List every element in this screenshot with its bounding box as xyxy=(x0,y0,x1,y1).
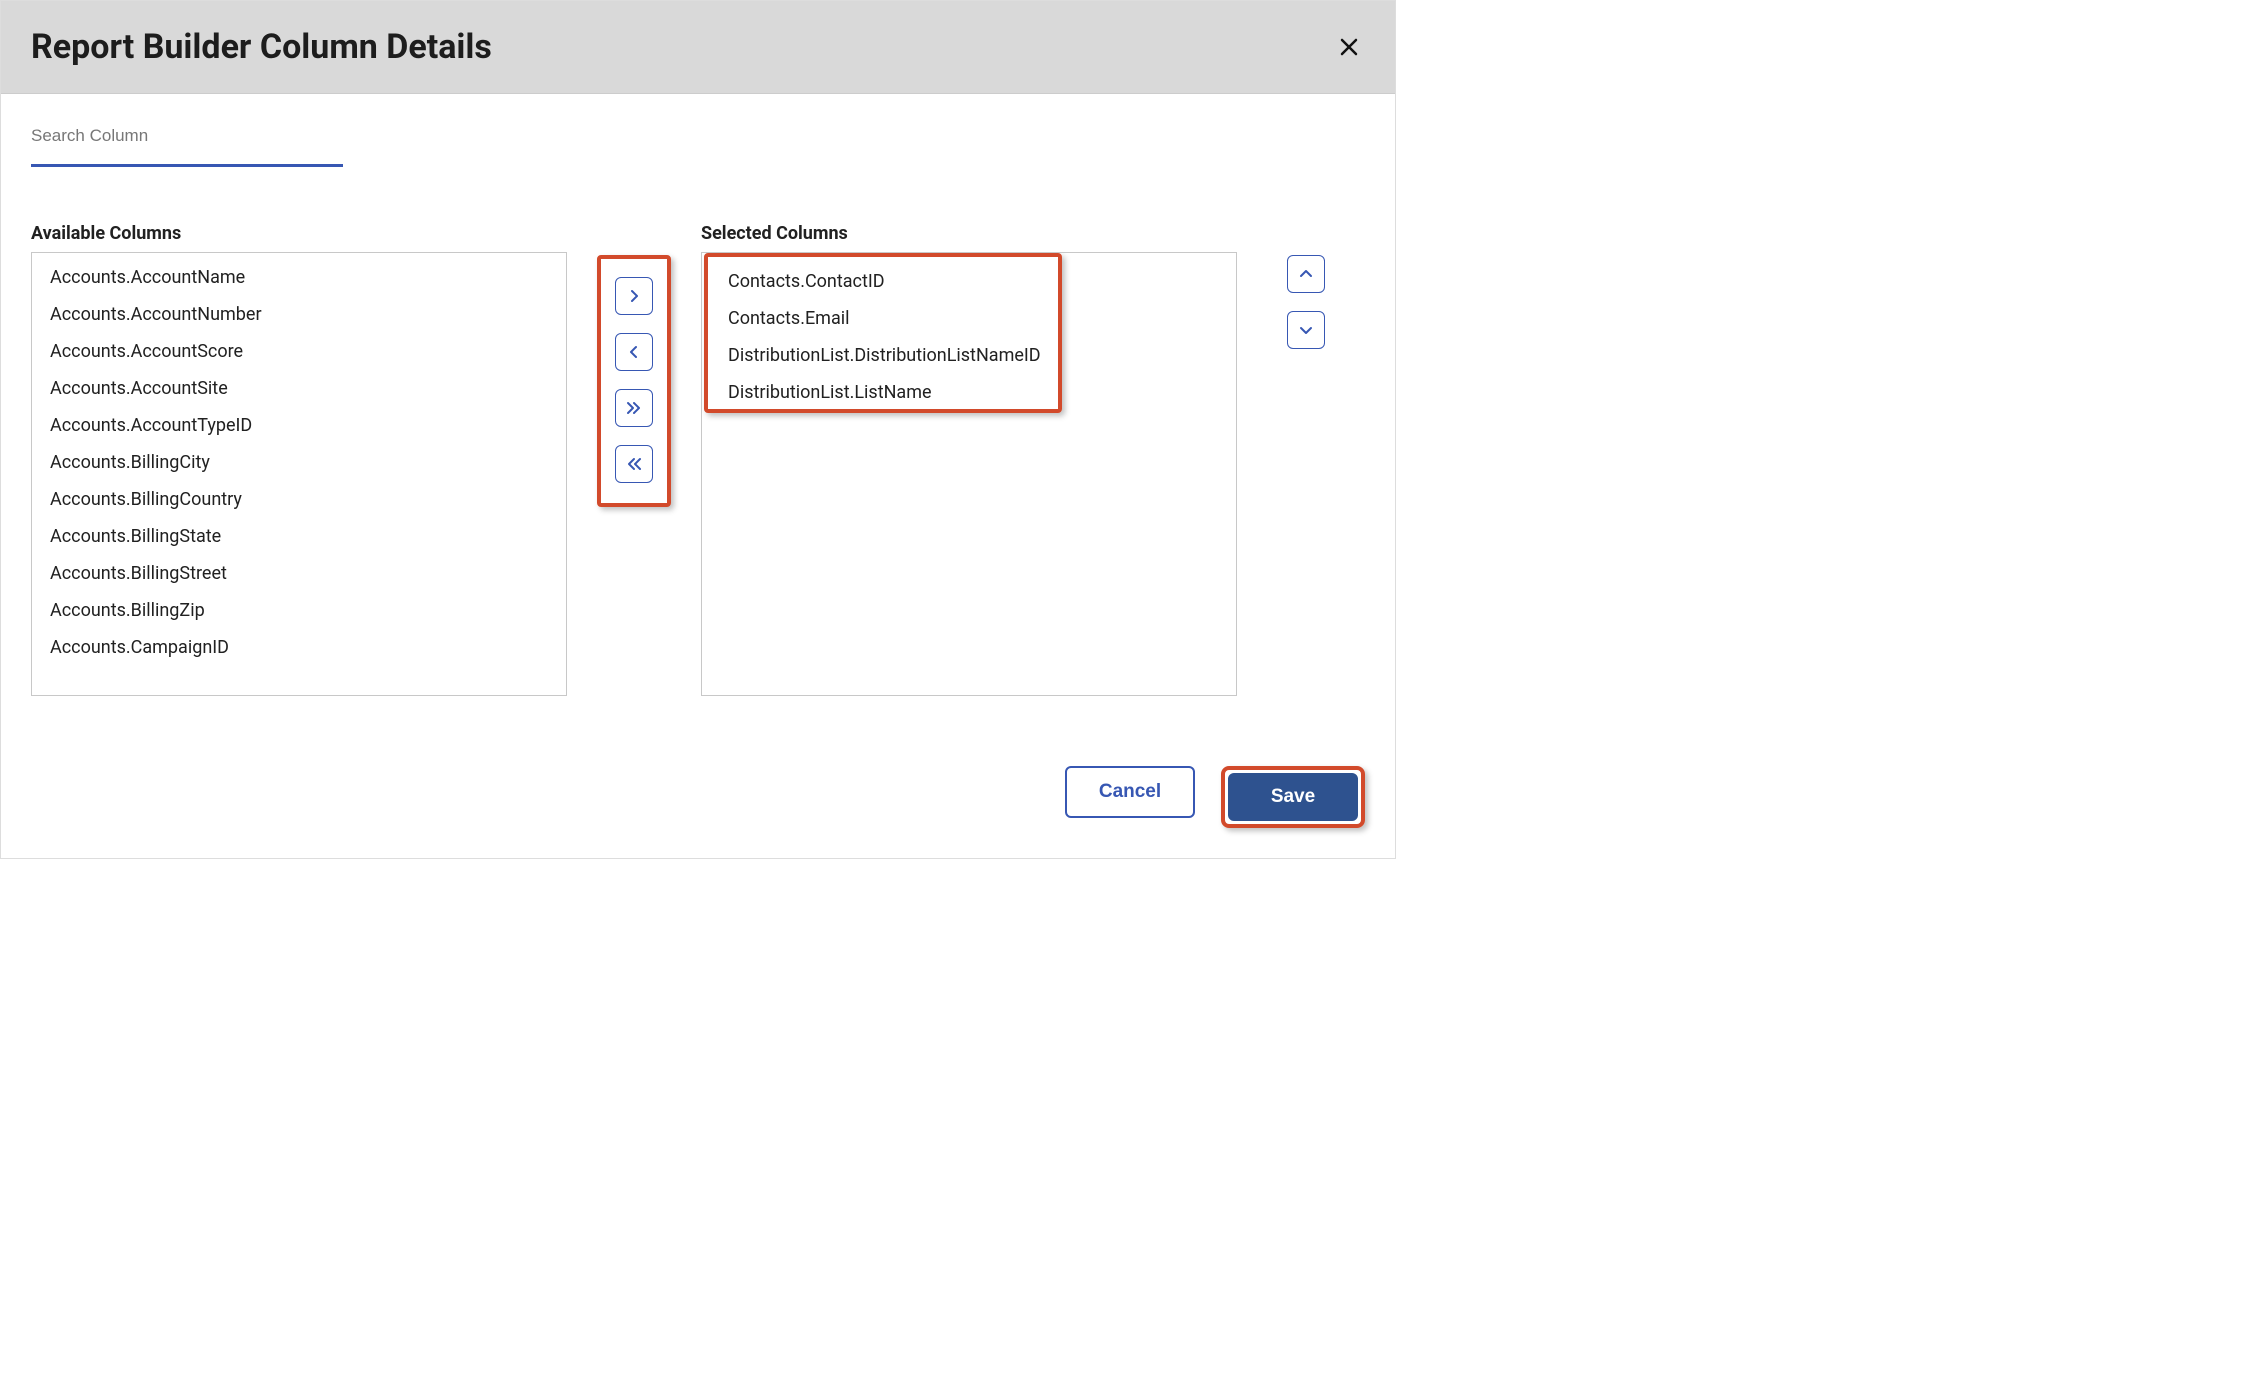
save-button[interactable]: Save xyxy=(1228,773,1358,821)
dialog-body: Available Columns Accounts.AccountName A… xyxy=(1,94,1395,858)
available-label: Available Columns xyxy=(31,223,567,244)
list-item[interactable]: DistributionList.DistributionListNameID xyxy=(710,337,1236,374)
list-item[interactable]: Accounts.AccountSite xyxy=(32,370,566,407)
double-chevron-left-icon xyxy=(625,456,643,472)
transfer-controls xyxy=(567,223,701,507)
cancel-button[interactable]: Cancel xyxy=(1065,766,1195,818)
chevron-right-icon xyxy=(626,288,642,304)
list-item[interactable]: DistributionList.ListName xyxy=(710,374,1236,411)
search-column-input[interactable] xyxy=(31,118,343,167)
list-item[interactable]: Accounts.AccountNumber xyxy=(32,296,566,333)
move-right-button[interactable] xyxy=(615,277,653,315)
column-details-dialog: Report Builder Column Details Available … xyxy=(0,0,1396,859)
chevron-down-icon xyxy=(1298,322,1314,338)
search-wrap xyxy=(31,118,1365,167)
close-icon xyxy=(1337,35,1361,59)
list-item[interactable]: Accounts.BillingCountry xyxy=(32,481,566,518)
columns-row: Available Columns Accounts.AccountName A… xyxy=(31,223,1365,696)
save-highlight: Save xyxy=(1221,766,1365,828)
dialog-header: Report Builder Column Details xyxy=(1,1,1395,94)
list-item[interactable]: Accounts.BillingCity xyxy=(32,444,566,481)
selected-column-section: Selected Columns Contacts.ContactID Cont… xyxy=(701,223,1237,696)
move-down-button[interactable] xyxy=(1287,311,1325,349)
list-item[interactable]: Contacts.ContactID xyxy=(710,263,1236,300)
move-all-right-button[interactable] xyxy=(615,389,653,427)
move-all-left-button[interactable] xyxy=(615,445,653,483)
available-column-section: Available Columns Accounts.AccountName A… xyxy=(31,223,567,696)
list-item[interactable]: Accounts.CampaignID xyxy=(32,629,566,666)
list-item[interactable]: Accounts.AccountScore xyxy=(32,333,566,370)
list-item[interactable]: Accounts.BillingZip xyxy=(32,592,566,629)
selected-label: Selected Columns xyxy=(701,223,1237,244)
dialog-title: Report Builder Column Details xyxy=(31,27,492,67)
list-item[interactable]: Accounts.BillingStreet xyxy=(32,555,566,592)
transfer-highlight xyxy=(597,255,671,507)
dialog-footer: Cancel Save xyxy=(31,766,1365,828)
list-item[interactable]: Contacts.Email xyxy=(710,300,1236,337)
double-chevron-right-icon xyxy=(625,400,643,416)
available-columns-list[interactable]: Accounts.AccountName Accounts.AccountNum… xyxy=(31,252,567,696)
list-item[interactable]: Accounts.AccountTypeID xyxy=(32,407,566,444)
order-controls xyxy=(1237,223,1365,367)
chevron-left-icon xyxy=(626,344,642,360)
list-item[interactable]: Accounts.AccountName xyxy=(32,259,566,296)
move-up-button[interactable] xyxy=(1287,255,1325,293)
close-button[interactable] xyxy=(1333,31,1365,63)
selected-columns-list[interactable]: Contacts.ContactID Contacts.Email Distri… xyxy=(701,252,1237,696)
chevron-up-icon xyxy=(1298,266,1314,282)
list-item[interactable]: Accounts.BillingState xyxy=(32,518,566,555)
move-left-button[interactable] xyxy=(615,333,653,371)
